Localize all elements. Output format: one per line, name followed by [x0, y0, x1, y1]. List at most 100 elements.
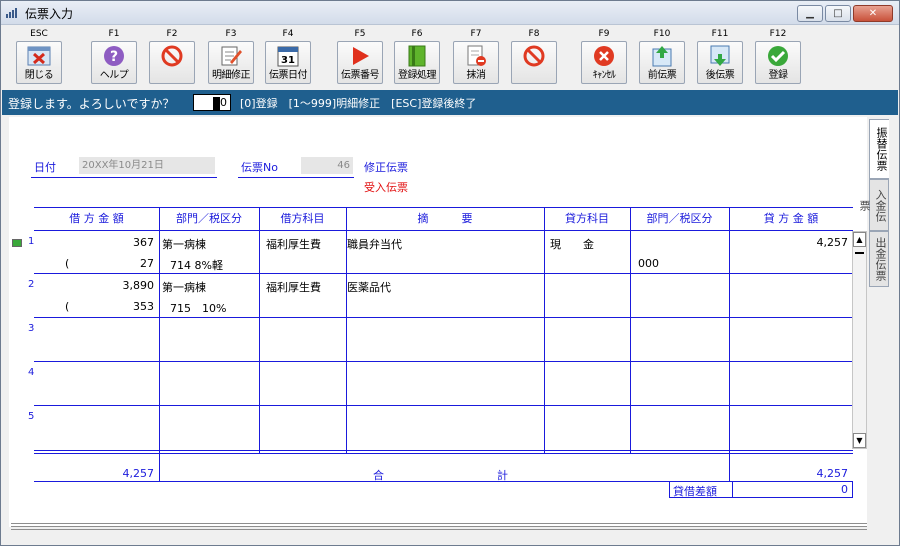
voucher-number-button[interactable]: 伝票番号 — [337, 41, 383, 84]
credit-tax-code-cell[interactable]: 000 — [638, 257, 659, 270]
calendar-icon: 31 — [277, 46, 299, 67]
maximize-icon: □ — [833, 8, 843, 19]
col-credit-amount: 貸 方 金 額 — [763, 212, 819, 225]
close-window-icon — [27, 46, 51, 66]
scroll-up-button[interactable]: ▲ — [853, 232, 866, 247]
voucher-date-button[interactable]: 31 伝票日付 — [265, 41, 311, 84]
debit-tax-cell[interactable]: 27 — [81, 257, 154, 270]
cancel-button[interactable]: ｷｬﾝｾﾙ — [581, 41, 627, 84]
fkey-label: F9 — [598, 29, 610, 39]
col-debit-dept: 部門／税区分 — [176, 212, 242, 225]
edit-detail-icon — [221, 46, 242, 66]
button-label: 明細修正 — [212, 70, 251, 81]
summary-cell[interactable]: 医薬品代 — [347, 279, 391, 295]
fkey-label: F5 — [354, 29, 366, 39]
scroll-down-button[interactable]: ▼ — [853, 433, 866, 448]
debit-account-cell[interactable]: 福利厚生費 — [266, 279, 321, 295]
debit-total: 4,257 — [122, 467, 155, 480]
app-icon — [6, 8, 17, 18]
help-icon: ? — [104, 46, 124, 66]
help-button[interactable]: ? ヘルプ — [91, 41, 137, 84]
prohibited-icon — [523, 45, 545, 67]
voucher-no-field[interactable]: 46 — [301, 157, 353, 174]
debit-tax-paren: ( — [65, 257, 70, 270]
button-label: 登録 — [768, 70, 789, 81]
date-field[interactable]: 20XX年10月21日 — [79, 157, 215, 174]
cancel-icon — [594, 46, 614, 66]
register-process-button[interactable]: 登録処理 — [394, 41, 440, 84]
function-key-toolbar: ESC 閉じる F1 ? ヘルプ F2 F3 明細修正 F4 31 伝票日付 F… — [1, 26, 899, 88]
tool-f3: F3 明細修正 — [203, 28, 259, 86]
play-icon — [353, 47, 369, 65]
difference-value: 0 — [841, 483, 848, 496]
maximize-button[interactable]: □ — [825, 5, 851, 22]
register-button[interactable]: 登録 — [755, 41, 801, 84]
button-label: 抹消 — [466, 70, 487, 81]
row-number: 5 — [28, 411, 35, 422]
close-screen-button[interactable]: 閉じる — [16, 41, 62, 84]
col-credit-dept: 部門／税区分 — [646, 212, 713, 225]
debit-dept-cell[interactable]: 第一病棟 — [162, 279, 206, 295]
edit-detail-button[interactable]: 明細修正 — [208, 41, 254, 84]
debit-dept-cell[interactable]: 第一病棟 — [162, 236, 206, 252]
delete-document-icon — [467, 45, 486, 66]
grid-scrollbar[interactable]: ▲ ▼ — [852, 231, 867, 449]
tool-f12: F12 登録 — [750, 28, 806, 86]
row-number: 3 — [28, 323, 35, 334]
voucher-type-label: 受入伝票 — [364, 181, 408, 194]
confirm-input[interactable]: 0 — [193, 94, 231, 111]
total-label-left: 合 — [373, 469, 384, 482]
check-icon — [768, 46, 788, 66]
minimize-icon: ▁ — [806, 8, 814, 19]
credit-account-cell[interactable]: 現 金 — [550, 236, 594, 252]
register-book-icon — [408, 45, 426, 67]
minimize-button[interactable]: ▁ — [797, 5, 823, 22]
col-debit-account: 借方科目 — [280, 212, 325, 225]
tool-f7: F7 抹消 — [448, 28, 504, 86]
close-button[interactable]: ✕ — [853, 5, 893, 22]
next-voucher-button[interactable]: 後伝票 — [697, 41, 743, 84]
fkey-label: F4 — [282, 29, 294, 39]
date-label: 日付 — [34, 161, 56, 174]
button-label: ｷｬﾝｾﾙ — [592, 70, 616, 81]
fkey-label: F7 — [470, 29, 482, 39]
tab-receipt-voucher[interactable]: 入金伝票 — [858, 179, 889, 231]
scroll-down-icon: ▼ — [856, 436, 863, 445]
voucher-mode-label: 修正伝票 — [364, 161, 408, 174]
button-label: ヘルプ — [99, 70, 129, 81]
previous-voucher-button[interactable]: 前伝票 — [639, 41, 685, 84]
tool-f4: F4 31 伝票日付 — [260, 28, 316, 86]
fkey-label: ESC — [30, 29, 48, 39]
svg-text:?: ? — [110, 49, 118, 65]
credit-amount-cell[interactable]: 4,257 — [736, 236, 849, 249]
window-title: 伝票入力 — [25, 7, 74, 21]
fkey-label: F12 — [769, 29, 787, 39]
tool-f8: F8 — [506, 28, 562, 86]
f8-disabled-button[interactable] — [511, 41, 557, 84]
confirm-prompt-bar: 登録します。よろしいですか？ 0 [0]登録 [1～999]明細修正 [ESC]… — [2, 90, 898, 115]
tool-f10: F10 前伝票 — [634, 28, 690, 86]
debit-tax-paren: ( — [65, 300, 70, 313]
summary-cell[interactable]: 職員弁当代 — [347, 236, 402, 252]
debit-tax-code-cell[interactable]: 715 10% — [170, 300, 226, 316]
difference-label: 貸借差額 — [673, 485, 717, 498]
debit-account-cell[interactable]: 福利厚生費 — [266, 236, 321, 252]
total-label-right: 計 — [497, 469, 508, 482]
row-number: 1 — [28, 236, 35, 247]
scroll-thumb[interactable] — [855, 252, 864, 254]
tab-payment-voucher[interactable]: 出金伝票 — [869, 231, 889, 287]
fkey-label: F8 — [528, 29, 540, 39]
col-summary: 摘 要 — [417, 212, 473, 225]
f2-disabled-button[interactable] — [149, 41, 195, 84]
debit-tax-cell[interactable]: 353 — [81, 300, 154, 313]
confirm-options-text: [0]登録 [1～999]明細修正 [ESC]登録後終了 — [240, 97, 477, 110]
debit-amount-cell[interactable]: 3,890 — [41, 279, 155, 292]
tab-transfer-voucher[interactable]: 振替伝票 — [869, 119, 889, 179]
fkey-label: F6 — [411, 29, 423, 39]
tool-f5: F5 伝票番号 — [332, 28, 388, 86]
delete-button[interactable]: 抹消 — [453, 41, 499, 84]
debit-tax-code-cell[interactable]: 714 8%軽 — [170, 257, 223, 273]
voucher-no-label: 伝票No — [241, 161, 278, 174]
debit-amount-cell[interactable]: 367 — [41, 236, 154, 249]
confirm-input-value: 0 — [220, 96, 227, 109]
